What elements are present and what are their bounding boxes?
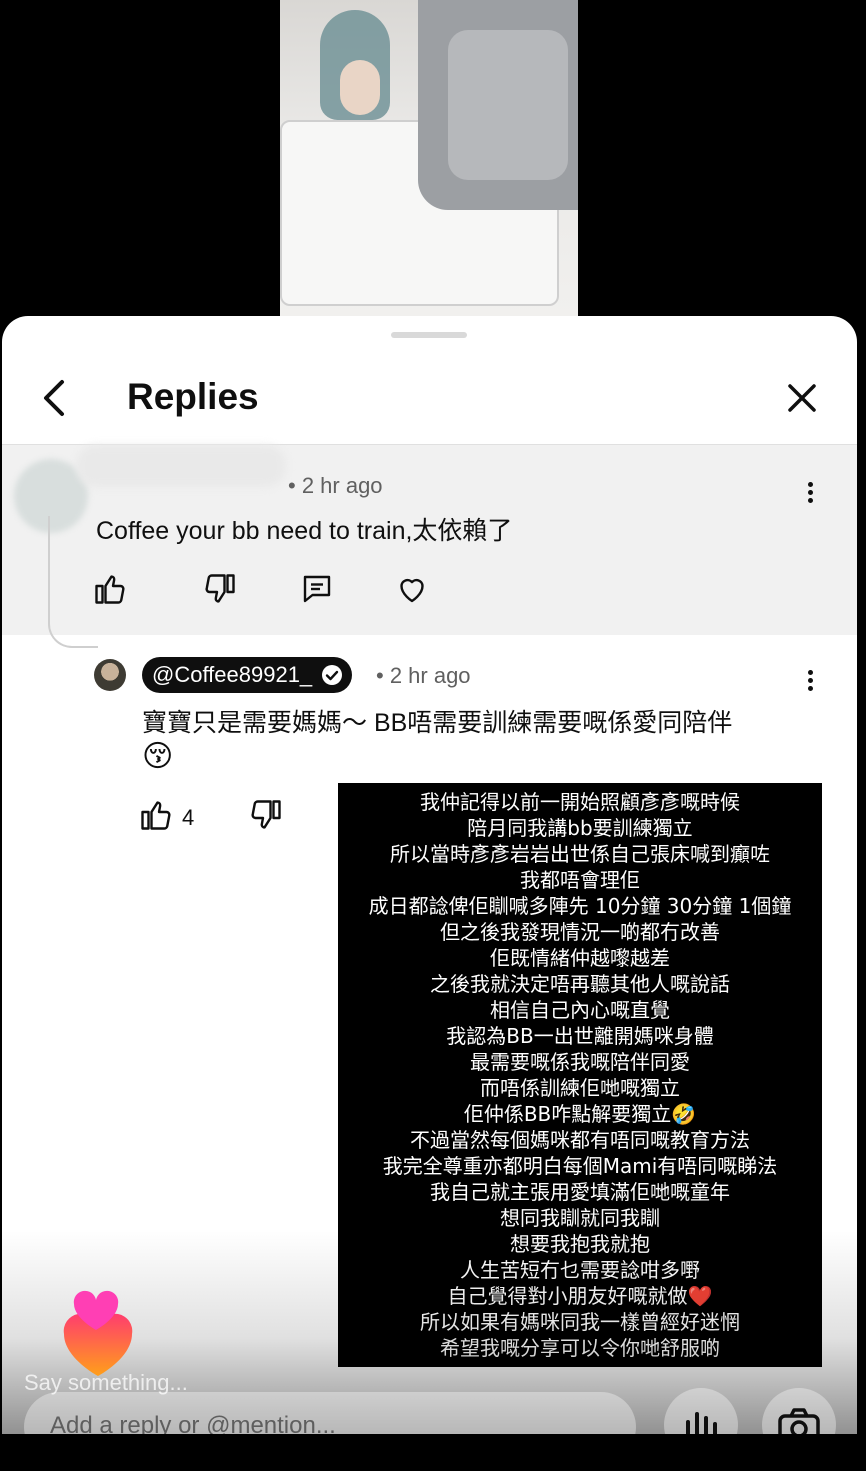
replies-header: Replies <box>2 356 857 444</box>
comment-time: • 2 hr ago <box>288 473 383 498</box>
screenshot-line: 所以當時彥彥岩岩出世係自己張床喊到癲咗 <box>390 842 770 866</box>
author-handle-chip[interactable]: @Coffee89921_ <box>142 657 353 693</box>
reply-time: • 2 hr ago <box>376 663 471 688</box>
more-vert-icon[interactable] <box>805 667 815 697</box>
back-arrow-icon[interactable] <box>32 376 76 420</box>
screenshot-line: 我仲記得以前一開始照顧彥彥嘅時候 <box>420 790 740 814</box>
screenshot-line: 而唔係訓練佢哋嘅獨立 <box>480 1076 680 1100</box>
screenshot-line: 我自己就主張用愛填滿佢哋嘅童年 <box>430 1180 730 1204</box>
reply-text: 寶寶只是需要媽媽～ BB唔需要訓練需要嘅係愛同陪伴 <box>142 709 733 737</box>
verified-icon <box>320 663 344 687</box>
screenshot-line: 相信自己內心嘅直覺 <box>490 998 670 1022</box>
thread-connector <box>48 516 98 648</box>
more-vert-icon[interactable] <box>805 479 815 509</box>
sofa-cushion <box>448 30 568 180</box>
screenshot-line: 陪月同我講bb要訓練獨立 <box>467 816 693 840</box>
comment-text: Coffee your bb need to train,太依賴了 <box>96 517 513 545</box>
screenshot-line: 佢既情緒仲越嚟越差 <box>490 946 670 970</box>
screenshot-line: 但之後我發現情況一啲都冇改善 <box>440 920 720 944</box>
screenshot-line: 我完全尊重亦都明白每個Mami有唔同嘅睇法 <box>382 1154 778 1178</box>
parent-comment: • 2 hr ago Coffee your bb need to train,… <box>2 445 857 635</box>
like-count: 4 <box>182 805 195 830</box>
screenshot-line: 我認為BB一出世離開媽咪身體 <box>446 1024 714 1048</box>
video-player[interactable] <box>0 0 866 330</box>
thumb-down-icon[interactable] <box>248 797 284 833</box>
screenshot-line: 佢仲係BB咋點解要獨立🤣 <box>463 1102 697 1126</box>
page-title: Replies <box>127 376 259 417</box>
child-figure <box>340 60 380 115</box>
reply-comment-icon[interactable] <box>299 571 335 607</box>
close-icon[interactable] <box>782 378 822 418</box>
thumb-down-icon[interactable] <box>202 571 238 607</box>
screenshot-line: 成日都諗俾佢瞓喊多陣先 10分鐘 30分鐘 1個鐘 <box>368 894 792 918</box>
video-frame <box>280 0 578 316</box>
floating-hearts-icon <box>60 1290 136 1380</box>
bottom-bar <box>0 1434 866 1471</box>
screenshot-line: 最需要嘅係我嘅陪伴同愛 <box>470 1050 690 1074</box>
drag-handle[interactable] <box>391 332 467 338</box>
screenshot-line: 想同我瞓就同我瞓 <box>500 1206 660 1230</box>
author-handle: @Coffee89921_ <box>152 662 313 687</box>
blurred-username <box>76 445 286 487</box>
reply-emoji: 😚 <box>142 740 174 773</box>
avatar[interactable] <box>94 659 126 691</box>
screenshot-line: 之後我就決定唔再聽其他人嘅說話 <box>430 972 730 996</box>
screenshot-line: 不過當然每個媽咪都有唔同嘅教育方法 <box>410 1128 750 1152</box>
heart-icon[interactable] <box>394 571 430 607</box>
thumb-up-icon[interactable] <box>138 797 174 833</box>
screenshot-line: 我都唔會理佢 <box>520 868 640 892</box>
